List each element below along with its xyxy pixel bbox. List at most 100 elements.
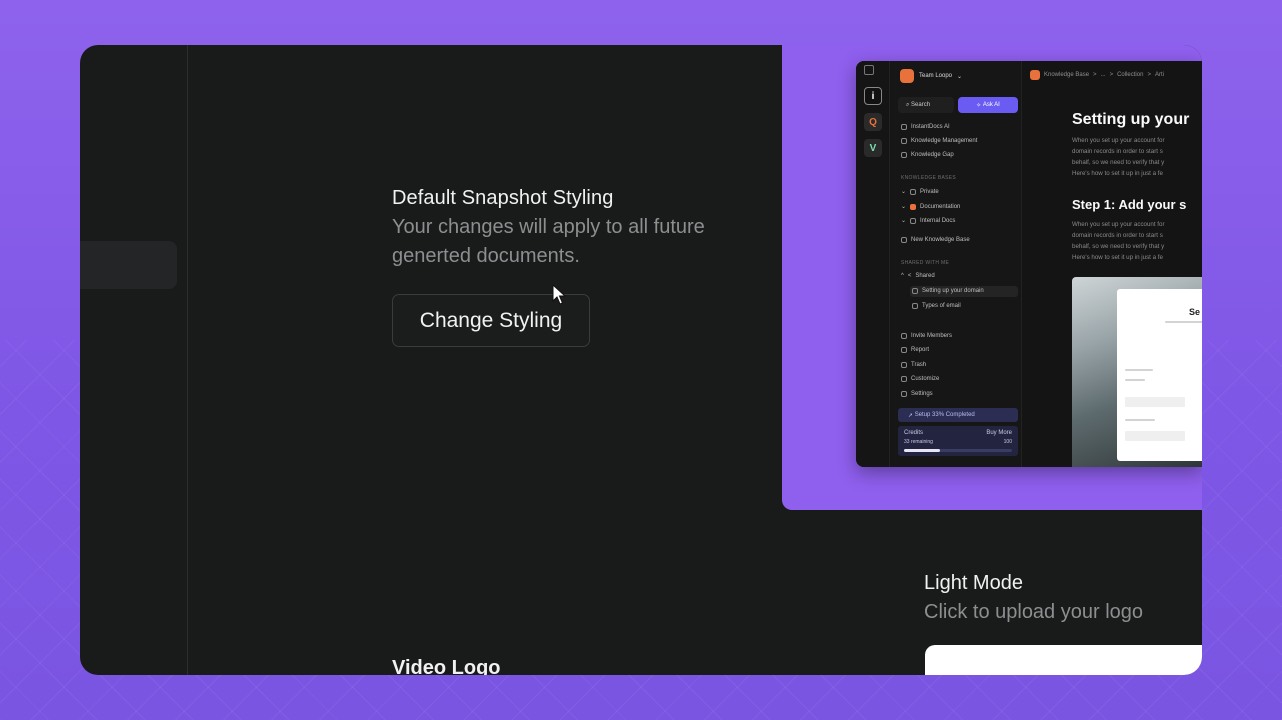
logo-upload-area[interactable] [925,645,1202,675]
book-icon [901,138,907,144]
doc-title: Setting up your [1072,111,1190,128]
nav-label: Knowledge Management [911,138,978,144]
bottom-nav-item: Customize [901,376,939,382]
doc-line: Here's how to set it up in just a fe [1072,254,1163,261]
plus-box-icon [901,237,907,243]
step-title: Step 1: Add your s [1072,197,1187,212]
chevron-down-icon: ⌄ [957,73,963,80]
doc-line: domain records in order to start s [1072,232,1163,239]
bottom-nav-label: Report [911,347,930,353]
doc-line: behalf, so we need to verify that y [1072,159,1165,166]
kb-label: Internal Docs [920,217,956,224]
share-icon: < [907,273,912,279]
credits-remaining: 33 remaining [904,439,933,445]
shared-group-label: Shared [915,273,935,279]
chevron-icon: ⌄ [901,189,907,195]
credits-header-row: Credits Buy More [904,430,1012,436]
credits-count-row: 33 remaining 100 [904,439,1012,445]
gear-icon [901,391,907,397]
card-line [1125,379,1145,381]
card-field [1125,431,1185,441]
nav-label: InstantDocs AI [911,124,950,130]
doc-line: domain records in order to start s [1072,148,1163,155]
gap-icon [901,152,907,158]
styling-title: Default Snapshot Styling [392,187,614,209]
kb-label: Documentation [920,203,961,210]
bottom-nav-item: Trash [901,362,926,368]
ask-ai-button: ✧ Ask AI [958,97,1018,113]
lock-icon [910,188,917,195]
left-rail [80,45,188,675]
snapshot-main: Knowledge Base > ... > Collection > Arti… [1022,61,1202,467]
styling-desc-line-2: generted documents. [392,245,580,267]
snapshot-preview-panel: i Q V Team Loopo ⌄ ⌕ Search ✧ Ask AI Ins… [782,45,1202,510]
snapshot-sidebar: Team Loopo ⌄ ⌕ Search ✧ Ask AI InstantDo… [890,61,1022,467]
rail-selected-item[interactable] [80,241,177,289]
shared-doc-label: Setting up your domain [922,288,984,294]
chevron-icon: ⌄ [901,218,907,224]
doc-line: behalf, so we need to verify that y [1072,243,1165,250]
shared-group: ^ < Shared [901,273,935,279]
doc-screenshot-image: Se [1072,277,1202,467]
light-mode-title: Light Mode [924,572,1023,594]
bottom-nav-label: Trash [911,362,927,368]
workspace-icon: Q [864,113,882,131]
trash-icon [901,362,907,368]
doc-line: When you set up your account for [1072,221,1165,228]
setup-label: Setup 33% Completed [914,412,975,418]
nav-label: Knowledge Gap [911,152,954,158]
card-line [1125,369,1153,371]
rocket-icon: ➚ [908,412,915,419]
breadcrumb-separator: > [1093,72,1097,78]
nav-item: Knowledge Management [901,138,977,144]
bottom-nav-item: Settings [901,391,933,397]
ask-ai-label: Ask AI [982,102,1000,108]
mouse-cursor-icon [552,284,566,305]
card-line [1165,321,1202,323]
bottom-nav-item: Invite Members [901,333,952,339]
credits-progress-bar [904,449,1012,452]
doc-icon [912,288,918,294]
buy-more-link: Buy More [986,430,1012,436]
brush-icon [901,376,907,382]
users-icon [901,333,907,339]
credits-label: Credits [904,430,924,436]
light-mode-description: Click to upload your logo [924,601,1144,623]
kb-item: ⌄ Documentation [901,203,960,210]
book-open-icon [910,217,917,224]
snapshot-preview: i Q V Team Loopo ⌄ ⌕ Search ✧ Ask AI Ins… [856,61,1202,467]
credits-total: 100 [1003,439,1012,445]
doc-paragraph: When you set up your account for domain … [1072,219,1165,263]
breadcrumb-item: Collection [1117,72,1144,78]
styling-desc-line-1: Your changes will apply to all future [392,216,705,238]
chevron-up-icon: ^ [901,273,904,279]
doc-paragraph: When you set up your account for domain … [1072,135,1165,179]
kb-label: Private [920,188,939,195]
credits-progress-fill [904,449,940,452]
report-icon [901,347,907,353]
breadcrumb: Knowledge Base > ... > Collection > Arti [1030,70,1164,80]
breadcrumb-item: ... [1100,72,1106,78]
setup-progress-badge: ➚ Setup 33% Completed [898,408,1018,422]
doc-icon [912,303,918,309]
doc-logo-icon [910,203,917,210]
workspace-icon-2: V [864,139,882,157]
breadcrumb-item: Arti [1154,72,1164,78]
panel-toggle-icon [864,65,874,75]
snapshot-icon-bar: i Q V [856,61,890,467]
shared-doc-label: Types of email [922,303,961,309]
bottom-nav-label: Customize [911,376,940,382]
breadcrumb-separator: > [1147,72,1151,78]
breadcrumb-item: Knowledge Base [1044,72,1090,78]
kb-item: ⌄ Private [901,188,939,195]
shared-doc-item: Setting up your domain [912,288,984,294]
shared-doc-item: Types of email [912,303,961,309]
search-label: Search [911,102,931,108]
credits-card: Credits Buy More 33 remaining 100 [898,426,1018,456]
search-button: ⌕ Search [898,97,954,113]
screenshot-card: Se [1117,289,1202,461]
bottom-nav-item: Report [901,347,929,353]
chevron-icon: ⌄ [901,204,907,210]
styling-description: Your changes will apply to all future ge… [392,213,705,271]
new-kb-item: New Knowledge Base [901,237,970,243]
